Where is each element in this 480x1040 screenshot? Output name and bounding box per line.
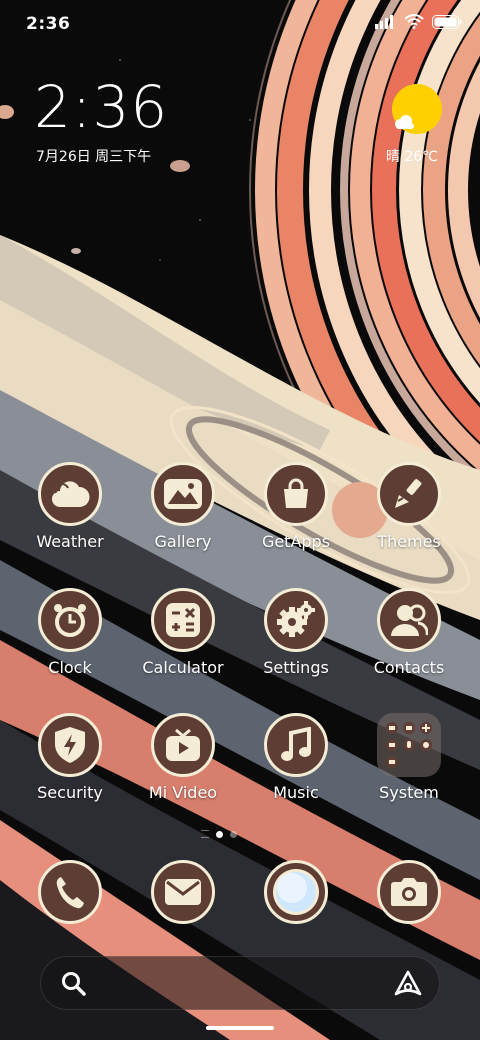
app-label: Weather bbox=[36, 532, 104, 551]
dock-phone[interactable] bbox=[15, 860, 125, 930]
shield-bolt-icon bbox=[38, 713, 102, 777]
search-icon[interactable] bbox=[61, 971, 87, 997]
widget-clock[interactable]: 2:36 bbox=[34, 78, 168, 136]
app-label: GetApps bbox=[261, 532, 331, 551]
people-icon bbox=[377, 588, 441, 652]
alarm-clock-icon bbox=[38, 588, 102, 652]
app-contacts[interactable]: Contacts bbox=[354, 588, 464, 688]
dock-camera[interactable] bbox=[354, 860, 464, 930]
app-settings[interactable]: Settings bbox=[241, 588, 351, 688]
music-note-icon bbox=[264, 713, 328, 777]
shopping-bag-icon bbox=[264, 462, 328, 526]
app-label: Security bbox=[37, 783, 103, 802]
feed-page-dot[interactable] bbox=[201, 830, 209, 838]
app-mi-video[interactable]: Mi Video bbox=[128, 713, 238, 813]
app-label: Themes bbox=[377, 532, 441, 551]
dock-messages[interactable] bbox=[128, 860, 238, 930]
app-label: Settings bbox=[263, 658, 329, 677]
folder-icon bbox=[377, 713, 441, 777]
app-themes[interactable]: Themes bbox=[354, 462, 464, 562]
app-label: Contacts bbox=[373, 658, 445, 677]
widget-weather: 晴 26℃ bbox=[386, 149, 438, 165]
envelope-icon bbox=[151, 860, 215, 924]
app-weather[interactable]: Weather bbox=[15, 462, 125, 562]
paintbrush-icon bbox=[377, 462, 441, 526]
mountain-icon bbox=[151, 462, 215, 526]
cloud-icon bbox=[38, 462, 102, 526]
tv-play-icon bbox=[151, 713, 215, 777]
home-indicator[interactable] bbox=[206, 1026, 274, 1030]
page-dot-active[interactable] bbox=[216, 830, 223, 838]
app-gallery[interactable]: Gallery bbox=[128, 462, 238, 562]
battery-icon bbox=[432, 14, 462, 29]
calculator-icon bbox=[151, 588, 215, 652]
app-label: Gallery bbox=[154, 532, 212, 551]
app-music[interactable]: Music bbox=[241, 713, 351, 813]
app-security[interactable]: Security bbox=[15, 713, 125, 813]
wifi-icon bbox=[404, 14, 424, 29]
search-bar[interactable] bbox=[40, 956, 440, 1010]
dock-browser[interactable] bbox=[241, 860, 351, 930]
folder-system[interactable]: System bbox=[354, 713, 464, 813]
app-calculator[interactable]: Calculator bbox=[128, 588, 238, 688]
signal-icon bbox=[375, 14, 393, 29]
app-label: Calculator bbox=[142, 658, 224, 677]
assistant-icon[interactable] bbox=[393, 969, 423, 999]
page-dot[interactable] bbox=[230, 830, 237, 838]
app-clock[interactable]: Clock bbox=[15, 588, 125, 688]
widget-date: 7月26日 周三下午 bbox=[36, 149, 152, 165]
status-time: 2:36 bbox=[26, 14, 71, 34]
status-icons bbox=[374, 14, 462, 29]
sun-cloud-icon[interactable] bbox=[392, 84, 442, 134]
globe-icon bbox=[264, 860, 328, 924]
app-label: Clock bbox=[48, 658, 92, 677]
app-label: System bbox=[379, 783, 439, 802]
app-getapps[interactable]: GetApps bbox=[241, 462, 351, 562]
camera-icon bbox=[377, 860, 441, 924]
phone-icon bbox=[38, 860, 102, 924]
gear-icon bbox=[264, 588, 328, 652]
app-label: Music bbox=[273, 783, 319, 802]
page-indicator[interactable] bbox=[201, 830, 237, 838]
app-label: Mi Video bbox=[148, 783, 218, 802]
